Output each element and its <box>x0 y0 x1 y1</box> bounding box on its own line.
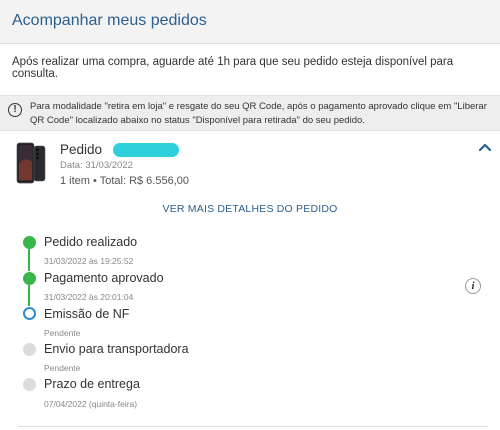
order-date: Data: 31/03/2022 <box>60 160 133 171</box>
step-label: Prazo de entrega <box>44 377 140 391</box>
alert-circle-icon: ! <box>8 103 22 117</box>
order-number-redacted <box>113 143 179 157</box>
product-thumbnail[interactable] <box>14 142 48 184</box>
notice-banner: ! Para modalidade "retira em loja" e res… <box>0 95 500 131</box>
page-title: Acompanhar meus pedidos <box>12 12 207 29</box>
step-label: Pagamento aprovado <box>44 271 164 285</box>
view-order-details-link[interactable]: VER MAIS DETALHES DO PEDIDO <box>0 203 500 215</box>
page-header: Acompanhar meus pedidos <box>0 0 500 44</box>
step-status-dot <box>23 236 36 249</box>
timeline-connector <box>28 249 30 271</box>
step-status-dot <box>23 272 36 285</box>
step-detail: 07/04/2022 (quinta-feira) <box>44 399 138 409</box>
order-label: Pedido <box>60 142 103 157</box>
step-detail: 31/03/2022 às 19:25:52 <box>44 256 134 266</box>
step-label: Emissão de NF <box>44 307 130 321</box>
step-status-dot <box>23 307 36 320</box>
divider <box>18 426 488 427</box>
step-detail: Pendente <box>44 363 81 373</box>
step-detail: 31/03/2022 às 20:01:04 <box>44 292 134 302</box>
chevron-up-icon[interactable] <box>478 140 492 154</box>
timeline-connector <box>28 285 30 306</box>
step-status-dot <box>23 378 36 391</box>
info-icon[interactable]: i <box>465 278 481 294</box>
step-label: Pedido realizado <box>44 235 138 249</box>
notice-text: Para modalidade "retira em loja" e resga… <box>30 101 487 126</box>
step-detail: Pendente <box>44 328 81 338</box>
order-summary: 1 item • Total: R$ 6.556,00 <box>60 175 190 187</box>
step-label: Envio para transportadora <box>44 342 189 356</box>
intro-text: Após realizar uma compra, aguarde até 1h… <box>12 56 454 80</box>
step-status-dot <box>23 343 36 356</box>
